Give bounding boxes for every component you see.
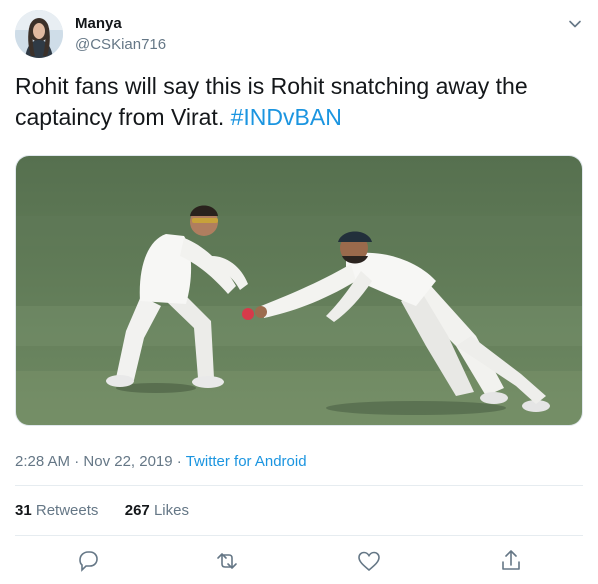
media-image [16,156,582,425]
tweet-time[interactable]: 2:28 AM [15,453,70,470]
retweets-label: Retweets [35,502,99,519]
chevron-down-icon[interactable] [566,15,584,33]
hashtag-link[interactable]: #INDvBAN [231,104,342,130]
tweet-source-link[interactable]: Twitter for Android [186,453,307,470]
user-handle[interactable]: @CSKian716 [75,36,166,53]
avatar-image [15,10,63,58]
heart-icon[interactable] [354,546,384,576]
meta-separator: · [172,453,186,470]
retweet-icon[interactable] [212,546,242,576]
reply-icon[interactable] [72,546,102,576]
avatar[interactable] [15,10,63,58]
likes-label: Likes [153,502,189,519]
tweet-text: Rohit fans will say this is Rohit snatch… [15,71,575,133]
divider [15,485,583,486]
retweets-stat[interactable]: 31 Retweets [15,502,98,519]
likes-stat[interactable]: 267 Likes [125,502,189,519]
tweet-stats: 31 Retweets 267 Likes [15,502,189,519]
likes-count: 267 [124,502,150,519]
tweet-actions [0,546,598,584]
display-name[interactable]: Manya [75,15,122,32]
divider [15,535,583,536]
tweet-media[interactable] [15,155,583,426]
tweet-meta: 2:28 AM · Nov 22, 2019 · Twitter for And… [15,453,307,470]
tweet-card: Manya @CSKian716 Rohit fans will say thi… [0,0,598,584]
share-icon[interactable] [496,546,526,576]
meta-separator: · [70,453,84,470]
tweet-date[interactable]: Nov 22, 2019 [83,453,172,470]
retweets-count: 31 [15,502,32,519]
